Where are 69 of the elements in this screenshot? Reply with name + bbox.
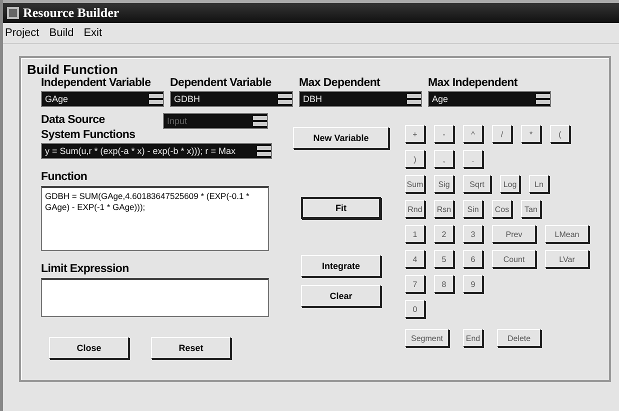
app-icon: [7, 7, 19, 19]
dropdown[interactable]: GAge: [41, 91, 164, 107]
field-label: System Functions: [41, 129, 136, 141]
field-label: Function: [41, 171, 88, 183]
keypad-key[interactable]: -: [434, 125, 454, 143]
function-text-area[interactable]: GDBH = SUM(GAge,4.60183647525609 * (EXP(-0.1 * GAge) - EXP(-1 * GAge)));: [41, 186, 269, 251]
new-variable-button[interactable]: New Variable: [293, 127, 389, 149]
spinner-icon: [407, 94, 421, 104]
spinner-icon: [257, 146, 271, 156]
keypad-key[interactable]: Ln: [529, 175, 549, 193]
keypad-key[interactable]: Count: [492, 250, 536, 268]
keypad-key[interactable]: 2: [434, 225, 454, 243]
keypad-key[interactable]: Tan: [521, 200, 541, 218]
keypad-key[interactable]: End: [463, 329, 483, 347]
fit-button[interactable]: Fit: [301, 197, 381, 219]
dropdown[interactable]: y = Sum(u,r * (exp(-a * x) - exp(-b * x))); r = Max: [41, 143, 272, 159]
keypad-key[interactable]: 7: [405, 275, 425, 293]
keypad-key[interactable]: 9: [463, 275, 483, 293]
keypad-key[interactable]: Log: [500, 175, 520, 193]
dialog-button[interactable]: Reset: [151, 337, 231, 359]
keypad-key[interactable]: LVar: [545, 250, 589, 268]
keypad-key[interactable]: ,: [434, 150, 454, 168]
keypad-key[interactable]: Rnd: [405, 200, 425, 218]
keypad-key[interactable]: LMean: [545, 225, 589, 243]
spinner-icon: [278, 94, 292, 104]
spinner-icon: [536, 94, 550, 104]
keypad-key[interactable]: Sin: [463, 200, 483, 218]
keypad-key[interactable]: ^: [463, 125, 483, 143]
keypad-key[interactable]: ): [405, 150, 425, 168]
menu-item[interactable]: Project: [5, 27, 40, 39]
action-button[interactable]: Integrate: [301, 255, 381, 277]
keypad-key[interactable]: *: [521, 125, 541, 143]
keypad-key[interactable]: .: [463, 150, 483, 168]
limit-expression-field[interactable]: [41, 278, 269, 317]
keypad-key[interactable]: Prev: [492, 225, 536, 243]
keypad-key[interactable]: 6: [463, 250, 483, 268]
keypad-key[interactable]: Sqrt: [463, 175, 491, 193]
field-label: Independent Variable: [41, 77, 152, 89]
menu-item[interactable]: Exit: [84, 27, 102, 39]
keypad-key[interactable]: /: [492, 125, 512, 143]
field-label: Max Independent: [428, 77, 518, 89]
keypad-key[interactable]: Rsn: [434, 200, 454, 218]
keypad-key[interactable]: (: [550, 125, 570, 143]
keypad-key[interactable]: 3: [463, 225, 483, 243]
keypad-key[interactable]: +: [405, 125, 425, 143]
field-label: Max Dependent: [299, 77, 382, 89]
spinner-icon: [253, 116, 267, 126]
keypad-key[interactable]: Delete: [497, 329, 541, 347]
menu-item[interactable]: Build: [49, 27, 74, 39]
field-label: Dependent Variable: [170, 77, 272, 89]
field-label: Limit Expression: [41, 263, 130, 275]
dropdown[interactable]: Age: [428, 91, 551, 107]
keypad-key[interactable]: 1: [405, 225, 425, 243]
keypad-key[interactable]: 5: [434, 250, 454, 268]
keypad-key[interactable]: Cos: [492, 200, 512, 218]
dropdown[interactable]: DBH: [299, 91, 422, 107]
keypad-key[interactable]: Segment: [405, 329, 449, 347]
keypad-key[interactable]: 0: [405, 300, 425, 318]
dropdown[interactable]: GDBH: [170, 91, 293, 107]
keypad-key[interactable]: Sig: [434, 175, 454, 193]
action-button[interactable]: Clear: [301, 285, 381, 307]
dialog-button[interactable]: Close: [49, 337, 129, 359]
keypad-key[interactable]: 4: [405, 250, 425, 268]
window-title: Resource Builder: [23, 5, 120, 21]
keypad-key[interactable]: 8: [434, 275, 454, 293]
field-label: Data Source: [41, 114, 106, 126]
spinner-icon: [149, 94, 163, 104]
keypad-key[interactable]: Sum: [405, 175, 425, 193]
group-title: Build Function: [27, 62, 119, 77]
